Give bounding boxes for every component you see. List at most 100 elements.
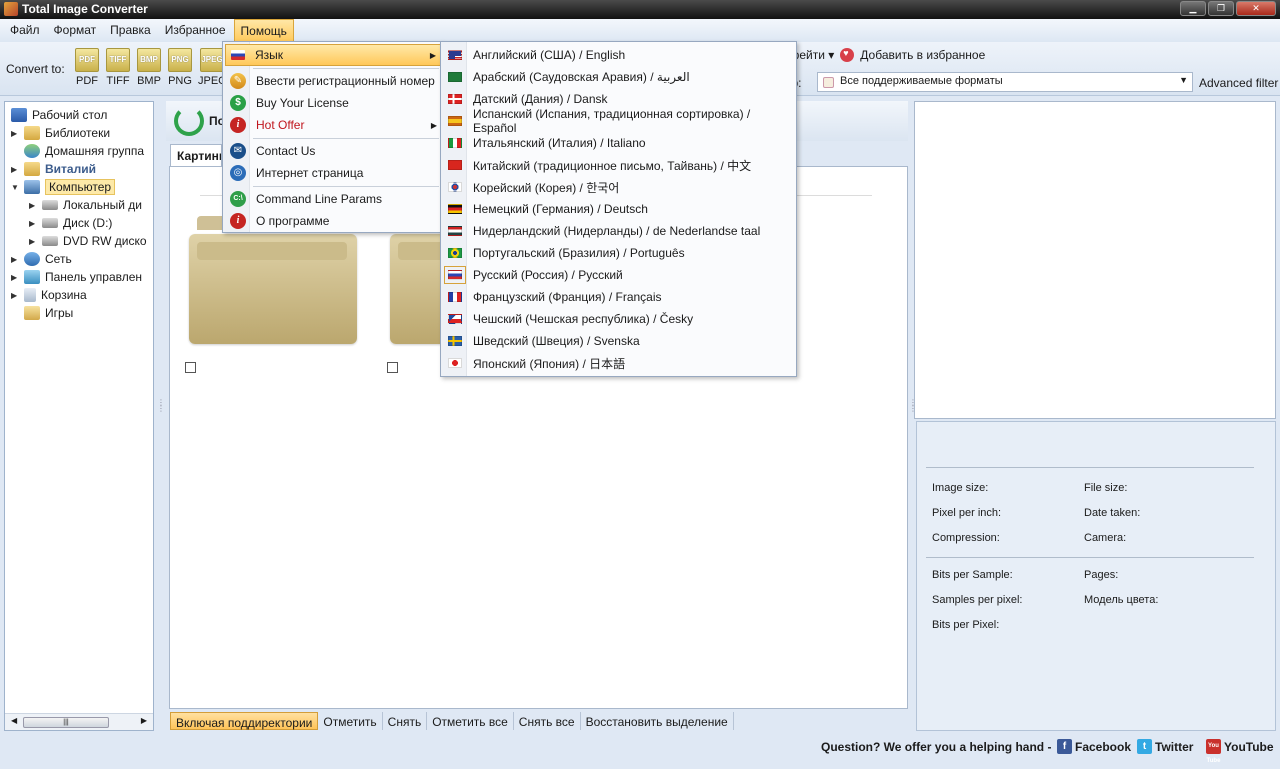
expand-arrow-icon[interactable]: ▶ [29,237,37,246]
selection-toolbar: Включая поддиректории Отметить Снять Отм… [166,710,908,732]
convert-tiff-button[interactable]: TIFF TIFF [104,48,132,87]
language-item-czech[interactable]: Чешский (Чешская республика) / Česky [443,308,795,330]
language-submenu: Английский (США) / English Арабский (Сау… [440,41,797,377]
language-item-korean[interactable]: Корейский (Корея) / 한국어 [443,176,795,198]
facebook-link[interactable]: f Facebook [1057,739,1131,754]
menu-item-register[interactable]: ✎ Ввести регистрационный номер [225,70,441,92]
menu-format[interactable]: Формат [48,19,103,42]
menu-item-about[interactable]: i О программе [225,210,441,232]
expand-arrow-icon[interactable]: ▶ [11,255,19,264]
tree-item-label: Панель управлен [45,270,143,284]
menu-item-buy-license[interactable]: $ Buy Your License [225,92,441,114]
menu-item-language[interactable]: Язык ▶ [225,44,441,66]
language-item-italian[interactable]: Итальянский (Италия) / Italiano [443,132,795,154]
png-file-icon: PNG [168,48,192,72]
expand-arrow-icon[interactable]: ▶ [11,273,19,282]
folder-thumbnail[interactable] [189,216,357,344]
tree-item-local-disk[interactable]: ▶ Локальный ди [29,196,142,214]
germany-flag-icon [448,204,462,214]
info-icon: i [230,213,246,229]
select-checkbox[interactable] [387,362,398,373]
check-all-button[interactable]: Отметить все [427,712,514,730]
tree-item-label: Виталий [45,162,96,176]
advanced-filter-link[interactable]: Advanced filter [1199,76,1278,90]
include-subdirs-toggle[interactable]: Включая поддиректории [170,712,319,730]
expand-arrow-icon[interactable]: ▶ [29,201,37,210]
collapse-arrow-icon[interactable]: ▼ [11,183,19,192]
tree-item-dvd[interactable]: ▶ DVD RW диско [29,232,147,250]
tree-item-label: Локальный ди [63,198,142,212]
tree-item-games[interactable]: Игры [24,304,73,322]
korea-flag-icon [448,182,462,192]
close-button[interactable]: ✕ [1236,1,1276,16]
games-folder-icon [24,306,40,320]
language-item-arabic[interactable]: Арабский (Саудовская Аравия) / العربية [443,66,795,88]
samples-per-pixel-label: Samples per pixel: [932,594,1023,606]
language-item-dutch[interactable]: Нидерландский (Нидерланды) / de Nederlan… [443,220,795,242]
convert-pdf-button[interactable]: PDF PDF [73,48,101,87]
date-taken-label: Date taken: [1084,507,1141,519]
tree-item-desktop[interactable]: Рабочий стол [11,106,107,124]
language-item-german[interactable]: Немецкий (Германия) / Deutsch [443,198,795,220]
language-item-spanish[interactable]: Испанский (Испания, традиционная сортиро… [443,107,795,135]
tree-horizontal-scrollbar[interactable]: ◀ ||| ▶ [5,713,153,730]
expand-arrow-icon[interactable]: ▶ [11,165,19,174]
help-dropdown-menu: Язык ▶ ✎ Ввести регистрационный номер $ … [222,41,442,233]
tab-pictures[interactable]: Картинк [170,144,222,166]
globe-icon: ◎ [230,165,246,181]
youtube-link[interactable]: You Tube YouTube [1206,739,1274,764]
filter-dropdown[interactable]: Все поддерживаемые форматы ▼ [817,72,1193,92]
menu-item-hot-offer[interactable]: i Hot Offer ▶ [225,114,441,136]
minimize-button[interactable]: ▁ [1180,1,1206,16]
computer-icon [24,180,40,194]
pdf-file-icon: PDF [75,48,99,72]
tree-item-network[interactable]: ▶ Сеть [11,250,72,268]
tree-item-disk-d[interactable]: ▶ Диск (D:) [29,214,112,232]
menu-favorites[interactable]: Избранное [159,19,232,42]
select-checkbox[interactable] [185,362,196,373]
restore-selection-button[interactable]: Восстановить выделение [581,712,734,730]
uncheck-all-button[interactable]: Снять все [514,712,581,730]
divider [926,557,1254,558]
menu-file[interactable]: Файл [4,19,46,42]
language-item-swedish[interactable]: Шведский (Швеция) / Svenska [443,330,795,352]
tree-item-control-panel[interactable]: ▶ Панель управлен [11,268,142,286]
language-item-french[interactable]: Французский (Франция) / Français [443,286,795,308]
menu-item-command-line[interactable]: C:\ Command Line Params [225,188,441,210]
tree-item-computer[interactable]: ▼ Компьютер [11,178,116,196]
tree-item-recycle-bin[interactable]: ▶ Корзина [11,286,87,304]
maximize-button[interactable]: ❐ [1208,1,1234,16]
language-item-english[interactable]: Английский (США) / English [443,44,795,66]
uncheck-button[interactable]: Снять [383,712,428,730]
convert-bmp-button[interactable]: BMP BMP [135,48,163,87]
expand-arrow-icon[interactable]: ▶ [29,219,37,228]
menu-edit[interactable]: Правка [104,19,157,42]
menu-item-web-page[interactable]: ◎ Интернет страница [225,162,441,184]
image-size-label: Image size: [932,482,989,494]
scroll-right-icon[interactable]: ▶ [141,716,147,725]
check-button[interactable]: Отметить [318,712,383,730]
file-size-label: File size: [1084,482,1128,494]
pixel-per-inch-label: Pixel per inch: [932,507,1002,519]
expand-arrow-icon[interactable]: ▶ [11,291,19,300]
language-item-chinese[interactable]: Китайский (традиционное письмо, Тайвань)… [443,154,795,176]
tree-item-homegroup[interactable]: Домашняя группа [24,142,144,160]
menu-help[interactable]: Помощь [233,19,294,42]
expand-arrow-icon[interactable]: ▶ [11,129,19,138]
scrollbar-thumb[interactable]: ||| [23,717,109,728]
tree-item-libraries[interactable]: ▶ Библиотеки [11,124,110,142]
add-to-favorites-button[interactable]: Добавить в избранное [860,48,985,62]
bmp-file-icon: BMP [137,48,161,72]
refresh-icon[interactable] [174,106,204,136]
language-item-russian[interactable]: Русский (Россия) / Русский [443,264,795,286]
tree-item-user[interactable]: ▶ Виталий [11,160,96,178]
menu-item-contact-us[interactable]: ✉ Contact Us [225,140,441,162]
twitter-link[interactable]: t Twitter [1137,739,1193,754]
language-item-portuguese[interactable]: Португальский (Бразилия) / Português [443,242,795,264]
language-item-japanese[interactable]: Японский (Япония) / 日本語 [443,352,795,374]
left-splitter-handle[interactable]: ⋮ ⋮ [157,399,165,428]
convert-png-button[interactable]: PNG PNG [166,48,194,87]
right-splitter-handle[interactable]: ⋮ ⋮ [909,399,917,428]
scroll-left-icon[interactable]: ◀ [11,716,17,725]
app-icon [4,2,18,16]
